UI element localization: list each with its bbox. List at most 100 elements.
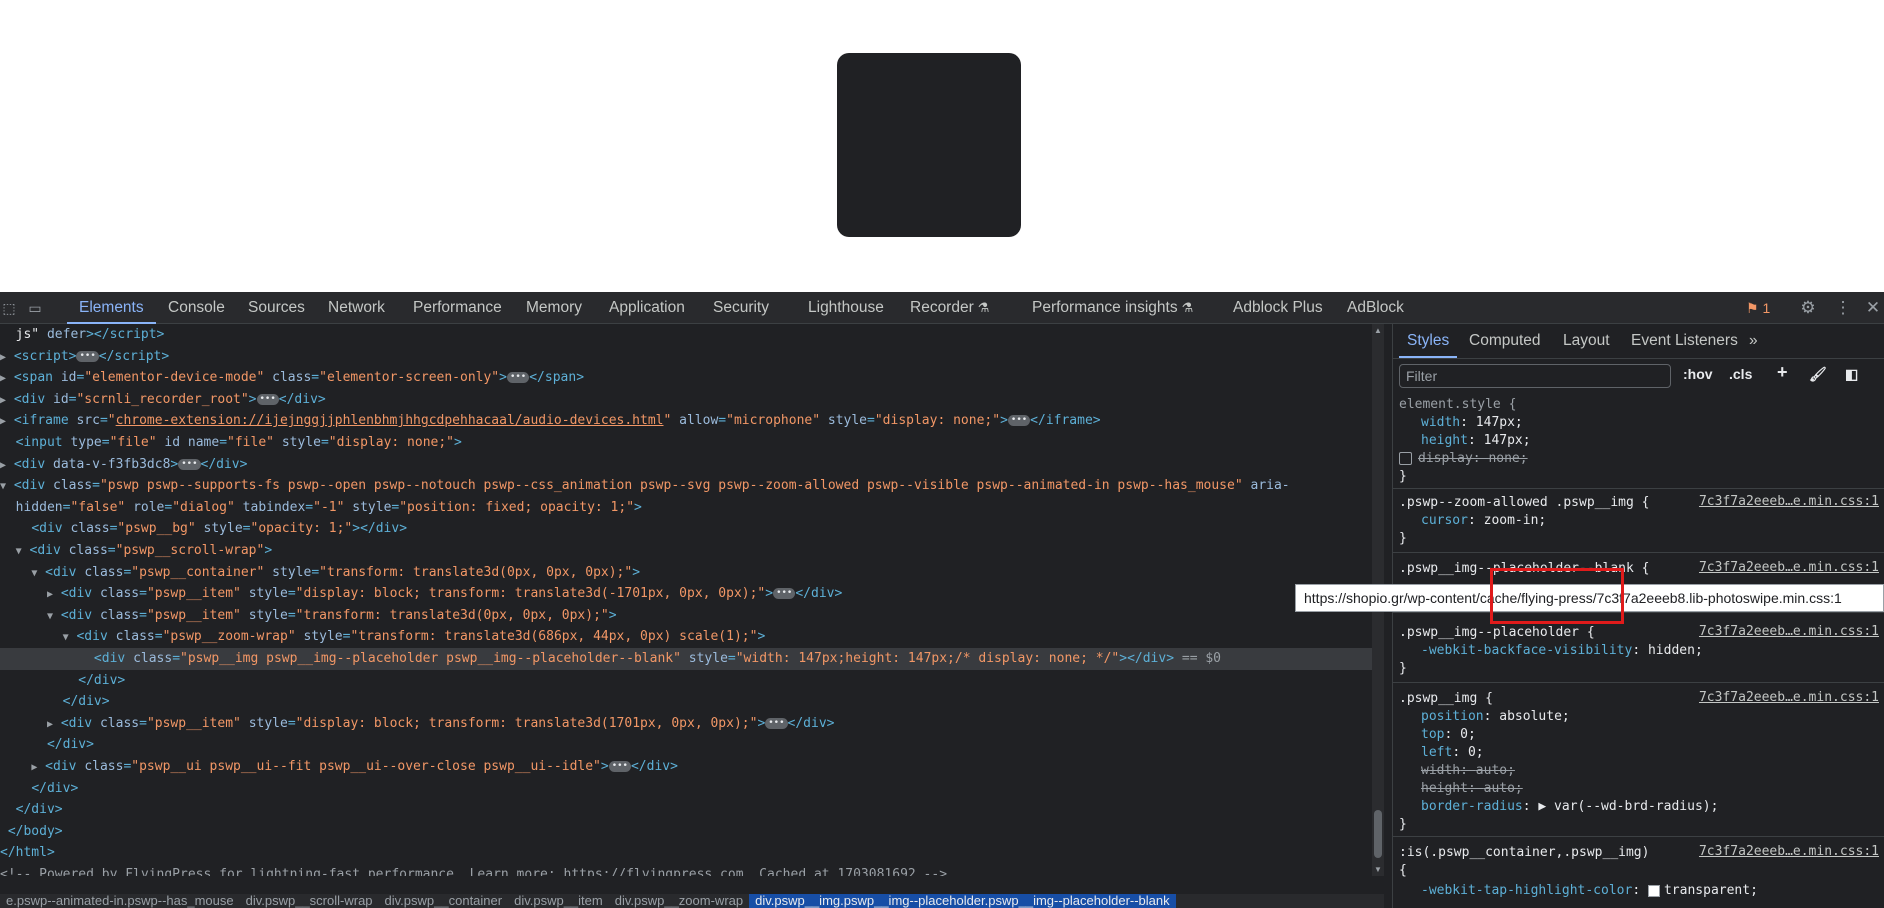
declaration-position[interactable]: position: absolute; <box>1421 708 1570 726</box>
annotation-highlight-box <box>1490 568 1624 624</box>
tab-computed[interactable]: Computed <box>1469 324 1541 358</box>
declaration-checkbox[interactable] <box>1399 452 1412 465</box>
styles-filter-input[interactable] <box>1399 364 1671 388</box>
dom-tree[interactable]: js" defer></script> ▶ <script> ••• </script… <box>0 324 1372 876</box>
dom-node-line[interactable]: </html> <box>0 842 1372 864</box>
tab-console[interactable]: Console <box>168 292 225 324</box>
stylesheet-link[interactable]: 7c3f7a2eeeb…e.min.css:1 <box>1699 494 1879 509</box>
breadcrumb-item[interactable]: div.pswp__container <box>379 894 509 908</box>
declaration-border-radius[interactable]: border-radius: ▶ var(--wd-brd-radius); <box>1421 798 1718 816</box>
tab-event-listeners[interactable]: Event Listeners <box>1631 324 1738 358</box>
scroll-up-arrow[interactable]: ▲ <box>1374 326 1382 335</box>
tab-elements[interactable]: Elements <box>67 292 156 324</box>
dom-node-line[interactable]: ▶ <div class="pswp__ui pswp__ui--fit psw… <box>0 756 1372 778</box>
stylesheet-link[interactable]: 7c3f7a2eeeb…e.min.css:1 <box>1699 624 1879 639</box>
tab-security[interactable]: Security <box>713 292 769 324</box>
dom-node-line[interactable]: ▶ <iframe src="chrome-extension://ijejng… <box>0 410 1372 432</box>
tab-adblock-plus[interactable]: Adblock Plus <box>1233 292 1323 324</box>
declaration-display-disabled[interactable]: display: none; <box>1399 450 1528 468</box>
dom-node-line[interactable]: </div> <box>0 691 1372 713</box>
scroll-down-arrow[interactable]: ▼ <box>1374 865 1382 874</box>
tab-performance-insights-label: Performance insights <box>1032 299 1178 316</box>
issues-badge[interactable]: ⚑ 1 <box>1746 292 1770 324</box>
declaration-value: zoom-in; <box>1483 513 1547 528</box>
rule-divider <box>1393 488 1884 489</box>
issues-flag-icon: ⚑ <box>1746 300 1759 316</box>
dom-node-line[interactable]: ▶ <script> ••• </script> <box>0 346 1372 368</box>
dom-node-line[interactable]: <!-- Powered by FlyingPress for lightnin… <box>0 864 1372 876</box>
cls-button[interactable]: .cls <box>1729 366 1752 382</box>
declaration-top[interactable]: top: 0; <box>1421 726 1476 744</box>
more-tabs-chevron-icon[interactable]: » <box>1749 324 1758 358</box>
dom-node-line[interactable]: ▼ <div class="pswp pswp--supports-fs psw… <box>0 475 1372 497</box>
dom-node-line[interactable]: ▼ <div class="pswp__container" style="tr… <box>0 562 1372 584</box>
tab-recorder[interactable]: Recorder ⚗ <box>910 292 989 324</box>
rule-selector: :is(.pswp__container,.pswp__img) <box>1399 845 1650 860</box>
dom-node-line[interactable]: ▶ <div class="pswp__item" style="display… <box>0 713 1372 735</box>
dom-node-line[interactable]: ▼ <div class="pswp__item" style="transfo… <box>0 605 1372 627</box>
inspect-element-icon[interactable]: ⬚ <box>0 299 18 317</box>
tab-memory[interactable]: Memory <box>526 292 582 324</box>
tab-adblock[interactable]: AdBlock <box>1347 292 1404 324</box>
breadcrumb: e.pswp--animated-in.pswp--has_mouse div.p… <box>0 894 1384 908</box>
dom-node-line[interactable]: <div class="pswp__bg" style="opacity: 1;… <box>0 518 1372 540</box>
dom-node-line[interactable]: ▶ <div data-v-f3fb3dc8> ••• </div> <box>0 454 1372 476</box>
stylesheet-link[interactable]: 7c3f7a2eeeb…e.min.css:1 <box>1699 690 1879 705</box>
tab-sources[interactable]: Sources <box>248 292 305 324</box>
dom-node-line[interactable]: ▶ <span id="elementor-device-mode" class… <box>0 367 1372 389</box>
declaration-cursor[interactable]: cursor: zoom-in; <box>1421 512 1546 530</box>
issues-count: 1 <box>1762 300 1771 316</box>
declaration-value: none; <box>1488 451 1528 466</box>
tab-lighthouse[interactable]: Lighthouse <box>808 292 884 324</box>
dom-node-line[interactable]: hidden="false" role="dialog" tabindex="-… <box>0 497 1372 519</box>
open-brace: { <box>1399 863 1407 878</box>
breadcrumb-item[interactable]: div.pswp__zoom-wrap <box>609 894 749 908</box>
declaration-tap-highlight[interactable]: -webkit-tap-highlight-color: transparent… <box>1421 882 1758 900</box>
styles-pane: Styles Computed Layout Event Listeners »… <box>1392 324 1884 908</box>
device-toolbar-icon[interactable]: ▭ <box>26 299 44 317</box>
hov-button[interactable]: :hov <box>1683 366 1713 382</box>
dom-node-line[interactable]: </div> <box>0 734 1372 756</box>
declaration-width[interactable]: width: 147px; <box>1421 414 1523 432</box>
declaration-height[interactable]: height: 147px; <box>1421 432 1531 450</box>
declaration-property: cursor <box>1421 513 1468 528</box>
tab-performance[interactable]: Performance <box>413 292 502 324</box>
paint-brush-icon[interactable]: 🖌 <box>1809 366 1827 383</box>
dom-node-line[interactable]: ▼ <div class="pswp__zoom-wrap" style="tr… <box>0 626 1372 648</box>
settings-gear-icon[interactable]: ⚙ <box>1799 299 1817 317</box>
dom-node-selected[interactable]: <div class="pswp__img pswp__img--placeho… <box>0 648 1372 670</box>
close-brace: } <box>1399 661 1407 676</box>
close-icon[interactable]: ✕ <box>1864 299 1882 317</box>
dom-node-line[interactable]: ▶ <div id="scrnli_recorder_root"> ••• </di… <box>0 389 1372 411</box>
dom-node-line[interactable]: ▼ <div class="pswp__scroll-wrap"> <box>0 540 1372 562</box>
dom-node-line[interactable]: ▶ <div class="pswp__item" style="display… <box>0 583 1372 605</box>
dom-node-line[interactable]: </div> <box>0 778 1372 800</box>
rule-divider <box>1393 612 1884 613</box>
dom-node-line[interactable]: js" defer></script> <box>0 324 1372 346</box>
tab-network[interactable]: Network <box>328 292 385 324</box>
dom-node-line[interactable]: </div> <box>0 799 1372 821</box>
tab-styles[interactable]: Styles <box>1398 324 1458 358</box>
stylesheet-link[interactable]: 7c3f7a2eeeb…e.min.css:1 <box>1699 844 1879 859</box>
dom-node-line[interactable]: <input type="file" id name="file" style=… <box>0 432 1372 454</box>
breadcrumb-item[interactable]: div.pswp__item <box>508 894 609 908</box>
breadcrumb-item[interactable]: div.pswp__img.pswp__img--placeholder.psw… <box>749 894 1176 908</box>
breadcrumb-item[interactable]: e.pswp--animated-in.pswp--has_mouse <box>0 894 240 908</box>
declaration-backface[interactable]: -webkit-backface-visibility: hidden; <box>1421 642 1703 660</box>
tab-performance-insights[interactable]: Performance insights ⚗ <box>1032 292 1193 324</box>
toggle-sidebar-icon[interactable]: ◧ <box>1845 366 1858 383</box>
scroll-thumb[interactable] <box>1374 810 1382 858</box>
dom-node-line[interactable]: </body> <box>0 821 1372 843</box>
stylesheet-link[interactable]: 7c3f7a2eeeb…e.min.css:1 <box>1699 560 1879 575</box>
tab-layout[interactable]: Layout <box>1563 324 1610 358</box>
declaration-value: 147px; <box>1483 433 1531 448</box>
new-rule-plus-icon[interactable]: + <box>1777 362 1788 383</box>
declaration-height[interactable]: height: auto; <box>1421 780 1523 798</box>
color-swatch-icon[interactable] <box>1647 884 1660 897</box>
more-options-icon[interactable]: ⋮ <box>1834 299 1852 317</box>
declaration-left[interactable]: left: 0; <box>1421 744 1484 762</box>
breadcrumb-item[interactable]: div.pswp__scroll-wrap <box>240 894 379 908</box>
tab-application[interactable]: Application <box>609 292 685 324</box>
dom-node-line[interactable]: </div> <box>0 670 1372 692</box>
declaration-width[interactable]: width: auto; <box>1421 762 1515 780</box>
